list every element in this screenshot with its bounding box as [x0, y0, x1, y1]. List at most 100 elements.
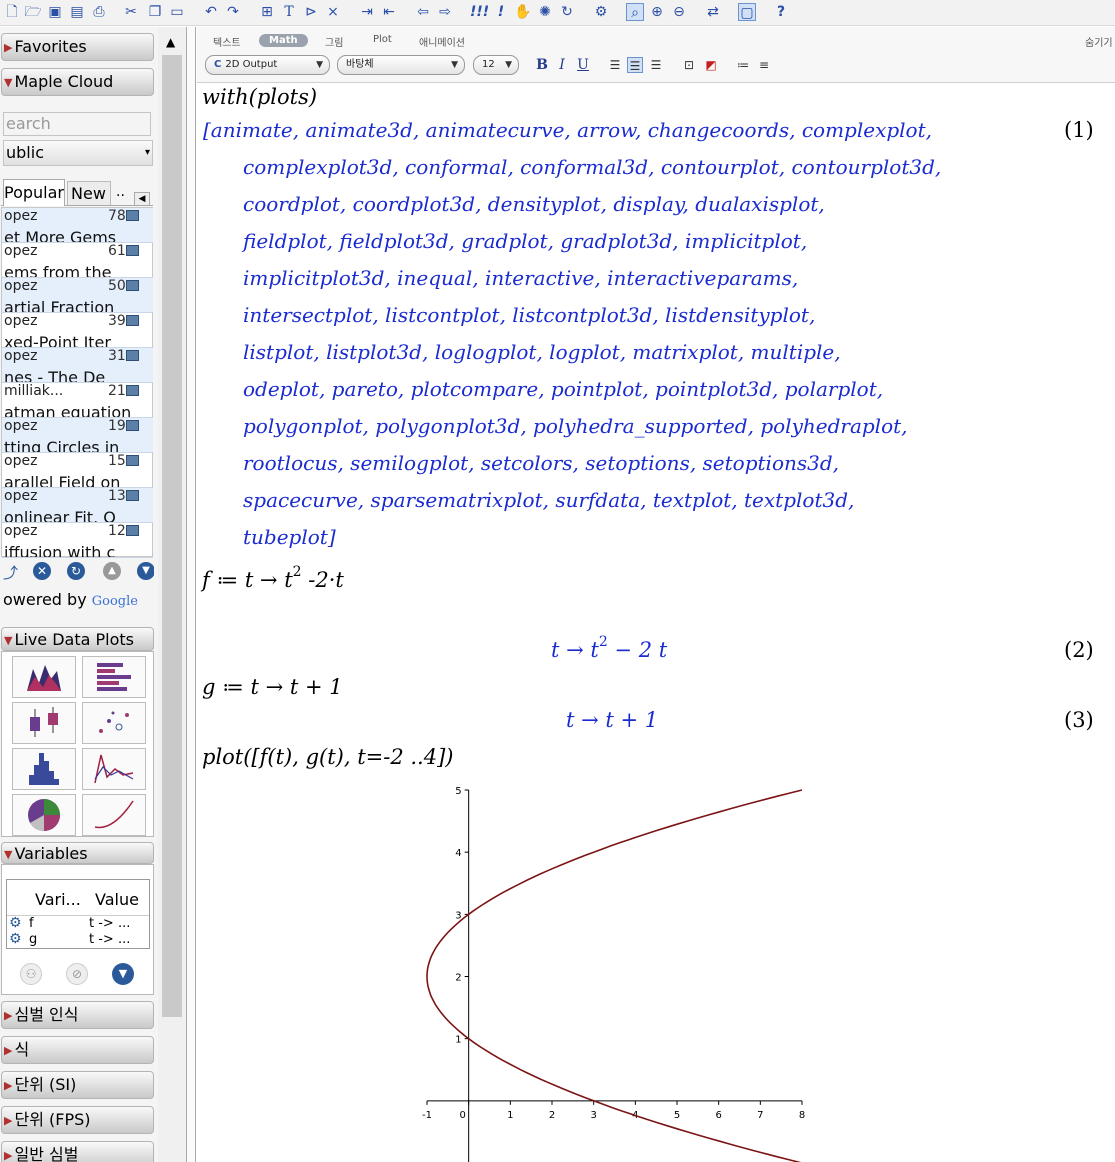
bullet-list-icon[interactable]: ≔ [735, 57, 751, 73]
section-header-symbol-recognition[interactable]: ▶ 심벌 인식 [1, 1001, 154, 1029]
close-icon[interactable]: ✕ [33, 562, 51, 580]
panel-splitter[interactable] [186, 27, 196, 1162]
text-mode-icon[interactable]: T [280, 3, 298, 21]
hide-icon[interactable]: ⊘ [66, 963, 88, 985]
tab-scroll-left-icon[interactable]: ◀ [134, 192, 150, 206]
back-icon[interactable]: ⇦ [414, 3, 432, 21]
pie-chart-icon[interactable] [12, 794, 76, 836]
list-item[interactable]: opez 13 onlinear Fit, O [2, 488, 153, 523]
clear-output-icon[interactable]: ⨯ [324, 3, 342, 21]
variables-header[interactable]: ▼ Variables [1, 842, 154, 864]
input-define-f[interactable]: f ≔ t → t2 -2·t [202, 564, 344, 592]
resize-icon[interactable]: ⇄ [704, 3, 722, 21]
histogram-icon[interactable] [12, 748, 76, 790]
font-size-select[interactable]: 12 ▼ [473, 55, 519, 75]
section-header-units-fps[interactable]: ▶ 단위 (FPS) [1, 1106, 154, 1134]
section-header-expression[interactable]: ▶ 식 [1, 1036, 154, 1064]
underline-button[interactable]: U [575, 57, 591, 73]
parametric-plot[interactable]: -1 0 1 2 3 4 5 6 7 812345 [412, 780, 812, 1162]
curve-plot-icon[interactable] [82, 794, 146, 836]
area-chart-icon[interactable] [12, 656, 76, 698]
hide-button[interactable]: 숨기기 [1085, 34, 1113, 49]
open-folder-icon[interactable]: 🗁 [24, 3, 42, 21]
input-with-plots[interactable]: with(plots) [202, 85, 317, 109]
debug-icon[interactable]: ✺ [536, 3, 554, 21]
prompt-icon[interactable]: ⊳ [302, 3, 320, 21]
align-center-icon[interactable]: ☰ [627, 57, 643, 73]
execute-all-icon[interactable]: !!! [470, 3, 489, 21]
section-header-units-si[interactable]: ▶ 단위 (SI) [1, 1071, 154, 1099]
gear-icon[interactable]: ⚙ [9, 931, 22, 947]
execute-icon[interactable]: ! [492, 3, 510, 21]
save-icon[interactable]: ▣ [46, 3, 64, 21]
list-item[interactable]: opez 61 ems from the [2, 243, 153, 278]
restart-icon[interactable]: ↻ [558, 3, 576, 21]
print-icon[interactable]: ⎙ [90, 3, 108, 21]
paste-icon[interactable]: ▭ [168, 3, 186, 21]
filter-icon[interactable]: ▼ [112, 963, 134, 985]
list-item[interactable]: milliak... 21 atman equation [2, 383, 153, 418]
copy-icon[interactable]: ❐ [146, 3, 164, 21]
list-item[interactable]: opez 31 nes - The De [2, 348, 153, 383]
settings-icon[interactable]: ⚙ [592, 3, 610, 21]
tab-new[interactable]: New [67, 181, 111, 205]
align-right-icon[interactable]: ☰ [648, 57, 664, 73]
list-item[interactable]: opez 78 et More Gems [2, 208, 153, 243]
palette-scrollbar[interactable]: ▲ [158, 27, 186, 1162]
align-left-icon[interactable]: ☰ [607, 57, 623, 73]
scroll-up-icon[interactable]: ▲ [166, 35, 175, 49]
insert-table-icon[interactable]: ⊞ [258, 3, 276, 21]
font-select[interactable]: 바탕체 ▼ [337, 55, 465, 75]
cut-icon[interactable]: ✂ [122, 3, 140, 21]
list-item[interactable]: opez 50 artial Fraction [2, 278, 153, 313]
table-row[interactable]: ⚙ f t -> ... [7, 915, 149, 932]
redo-icon[interactable]: ↷ [224, 3, 242, 21]
list-item[interactable]: opez 39 xed-Point Iter [2, 313, 153, 348]
zoom-in-icon[interactable]: ⊕ [648, 3, 666, 21]
mode-plot[interactable]: Plot [373, 34, 392, 45]
new-document-icon[interactable]: 🗋 [3, 3, 21, 21]
mode-text[interactable]: 텍스트 [213, 34, 241, 49]
bold-button[interactable]: B [534, 57, 550, 73]
scroll-thumb[interactable] [162, 55, 182, 1017]
list-item[interactable]: opez 12 iffusion with c [2, 523, 153, 558]
favorites-header[interactable]: ▶ Favorites [1, 33, 154, 61]
save-as-icon[interactable]: ▤ [68, 3, 86, 21]
list-item[interactable]: opez 15 arallel Field on [2, 453, 153, 488]
maple-cloud-header[interactable]: ▼ Maple Cloud [1, 68, 154, 96]
mode-animation[interactable]: 애니메이션 [419, 34, 465, 49]
tab-popular[interactable]: Popular [3, 179, 65, 206]
scatter-plot-icon[interactable] [82, 702, 146, 744]
show-all-icon[interactable]: ⚇ [20, 963, 42, 985]
table-row[interactable]: ⚙ g t -> ... [7, 931, 149, 948]
mode-drawing[interactable]: 그림 [325, 34, 343, 49]
indent-icon[interactable]: ⇥ [358, 3, 376, 21]
numbered-list-icon[interactable]: ≡ [756, 57, 772, 73]
highlight-color-icon[interactable]: ◩ [703, 57, 719, 73]
bar-chart-icon[interactable] [82, 656, 146, 698]
stop-icon[interactable]: ✋ [514, 3, 532, 21]
box-plot-icon[interactable] [12, 702, 76, 744]
zoom-100-icon[interactable]: ⌕ [626, 3, 644, 21]
style-select[interactable]: C 2D Output ▼ [205, 55, 330, 75]
help-icon[interactable]: ? [772, 3, 790, 21]
outdent-icon[interactable]: ⇤ [380, 3, 398, 21]
section-header-common-symbols[interactable]: ▶ 일반 심벌 [1, 1141, 154, 1162]
maximize-icon[interactable]: ▢ [738, 3, 756, 21]
column-header-value[interactable]: Value [95, 890, 139, 909]
live-data-plots-header[interactable]: ▼ Live Data Plots [1, 627, 154, 651]
zoom-out-icon[interactable]: ⊖ [670, 3, 688, 21]
list-item[interactable]: opez 19 tting Circles in [2, 418, 153, 453]
worksheet-document[interactable]: with(plots) [animate, animate3d, animate… [197, 84, 1115, 1162]
mode-math[interactable]: Math [259, 34, 308, 47]
open-icon[interactable]: ⤴ [3, 562, 18, 583]
cloud-group-select[interactable]: ublic ▾ [3, 140, 153, 166]
text-color-icon[interactable]: ⊡ [681, 57, 697, 73]
cloud-search-input[interactable]: earch [3, 112, 151, 136]
download-icon[interactable]: ▼ [137, 562, 154, 580]
input-define-g[interactable]: g ≔ t → t + 1 [202, 675, 343, 699]
line-chart-icon[interactable] [82, 748, 146, 790]
italic-button[interactable]: I [554, 57, 570, 73]
upload-icon[interactable]: ▲ [103, 562, 121, 580]
tab-more[interactable]: .. [113, 181, 133, 205]
